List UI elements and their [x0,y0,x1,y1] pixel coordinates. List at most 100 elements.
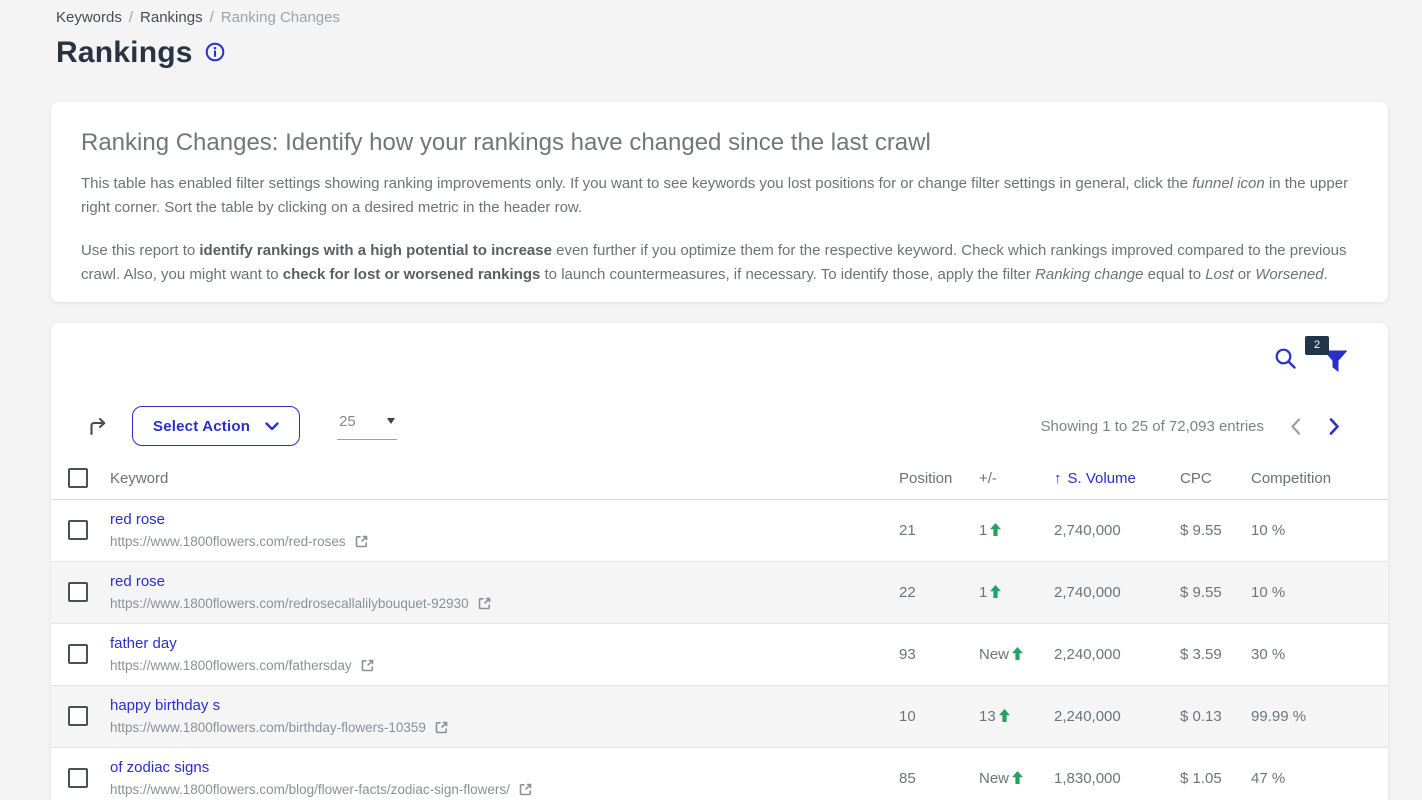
keyword-url: https://www.1800flowers.com/redrosecalla… [110,596,469,611]
table-row: happy birthday s https://www.1800flowers… [51,685,1388,747]
intro-card: Ranking Changes: Identify how your ranki… [51,102,1388,302]
filter-count-badge: 2 [1305,336,1329,355]
intro-paragraph-1: This table has enabled filter settings s… [81,172,1358,220]
intro-paragraph-2: Use this report to identify rankings wit… [81,239,1358,287]
row-checkbox[interactable] [68,582,88,602]
row-checkbox[interactable] [68,706,88,726]
select-action-button[interactable]: Select Action [132,406,300,446]
table-row: of zodiac signs https://www.1800flowers.… [51,747,1388,800]
info-icon[interactable] [205,42,225,67]
intro-p2-worsened-ref: Worsened [1255,266,1323,283]
breadcrumb-ranking-changes: Ranking Changes [221,9,340,26]
change-value: 1 [979,522,987,539]
volume-value: 2,740,000 [1054,499,1180,561]
competition-value: 10 % [1251,561,1388,623]
select-action-label: Select Action [153,418,250,435]
intro-p2-bold: identify rankings with a high potential … [199,242,552,259]
next-page-icon[interactable] [1315,412,1354,441]
external-link-icon[interactable] [434,720,449,735]
dropdown-arrow-icon [387,418,395,424]
up-arrow-icon [1012,771,1023,788]
intro-p2-text: Use this report to [81,242,199,259]
intro-p2-text: . [1324,266,1328,283]
external-link-icon[interactable] [354,534,369,549]
up-arrow-icon [999,709,1010,726]
cpc-value: $ 0.13 [1180,685,1251,747]
position-value: 93 [899,623,979,685]
external-link-icon[interactable] [518,782,533,797]
intro-p2-bold: check for lost or worsened rankings [283,266,541,283]
table-row: red rose https://www.1800flowers.com/red… [51,499,1388,561]
page-size-value: 25 [339,413,356,430]
intro-heading: Ranking Changes: Identify how your ranki… [81,129,1358,157]
row-checkbox[interactable] [68,520,88,540]
cpc-value: $ 9.55 [1180,499,1251,561]
external-link-icon[interactable] [360,658,375,673]
header-change[interactable]: +/- [979,458,1054,499]
keyword-link[interactable]: happy birthday s [110,697,899,714]
volume-value: 2,240,000 [1054,623,1180,685]
keyword-link[interactable]: red rose [110,511,899,528]
competition-value: 10 % [1251,499,1388,561]
intro-p2-text: equal to [1143,266,1205,283]
change-value: 1 [979,584,987,601]
up-arrow-icon [990,523,1001,540]
table-row: father day https://www.1800flowers.com/f… [51,623,1388,685]
position-value: 21 [899,499,979,561]
keyword-link[interactable]: father day [110,635,899,652]
search-icon[interactable] [1274,347,1297,375]
keyword-link[interactable]: of zodiac signs [110,759,899,776]
change-value: New [979,646,1009,663]
keyword-url: https://www.1800flowers.com/red-roses [110,534,346,549]
filter-funnel-icon[interactable]: 2 [1323,350,1348,378]
table-row: red rose https://www.1800flowers.com/red… [51,561,1388,623]
position-value: 85 [899,747,979,800]
header-volume-label: S. Volume [1068,470,1136,487]
rankings-table-card: 2 Select Action 25 Showing 1 to 25 of 72… [51,323,1388,800]
sort-ascending-icon: ↑ [1054,470,1062,487]
intro-p2-text: or [1234,266,1256,283]
previous-page-icon[interactable] [1276,412,1315,441]
intro-p2-filter-ref: Ranking change [1035,266,1143,283]
header-keyword[interactable]: Keyword [102,458,899,499]
breadcrumb-rankings[interactable]: Rankings [140,9,203,26]
up-arrow-icon [1012,647,1023,664]
competition-value: 99.99 % [1251,685,1388,747]
intro-p2-lost-ref: Lost [1205,266,1233,283]
volume-value: 2,740,000 [1054,561,1180,623]
header-cpc[interactable]: CPC [1180,458,1251,499]
position-value: 10 [899,685,979,747]
header-competition[interactable]: Competition [1251,458,1388,499]
breadcrumb-separator: / [129,9,133,26]
header-position[interactable]: Position [899,458,979,499]
intro-p1-funnel-ref: funnel icon [1192,175,1265,192]
keyword-link[interactable]: red rose [110,573,899,590]
header-volume[interactable]: ↑ S. Volume [1054,458,1180,499]
keyword-url: https://www.1800flowers.com/birthday-flo… [110,720,426,735]
breadcrumb-separator: / [210,9,214,26]
table-header-row: Keyword Position +/- ↑ S. Volume CPC Comp… [51,458,1388,499]
cpc-value: $ 9.55 [1180,561,1251,623]
keyword-url: https://www.1800flowers.com/fathersday [110,658,352,673]
row-checkbox[interactable] [68,768,88,788]
intro-p1-text: This table has enabled filter settings s… [81,175,1192,192]
cpc-value: $ 3.59 [1180,623,1251,685]
select-all-checkbox[interactable] [68,468,88,488]
chevron-down-icon [265,422,279,431]
page-size-select[interactable]: 25 [337,413,397,440]
keyword-url: https://www.1800flowers.com/blog/flower-… [110,782,510,797]
competition-value: 30 % [1251,623,1388,685]
position-value: 22 [899,561,979,623]
row-checkbox[interactable] [68,644,88,664]
breadcrumb-keywords[interactable]: Keywords [56,9,122,26]
up-arrow-icon [990,585,1001,602]
showing-entries-status: Showing 1 to 25 of 72,093 entries [1041,418,1265,435]
external-link-icon[interactable] [477,596,492,611]
change-value: 13 [979,708,996,725]
page-title: Rankings [56,36,193,70]
cpc-value: $ 1.05 [1180,747,1251,800]
intro-p2-text: to launch countermeasures, if necessary.… [540,266,1035,283]
breadcrumb: Keywords / Rankings / Ranking Changes [56,9,340,26]
export-icon[interactable] [86,414,110,438]
change-value: New [979,770,1009,787]
